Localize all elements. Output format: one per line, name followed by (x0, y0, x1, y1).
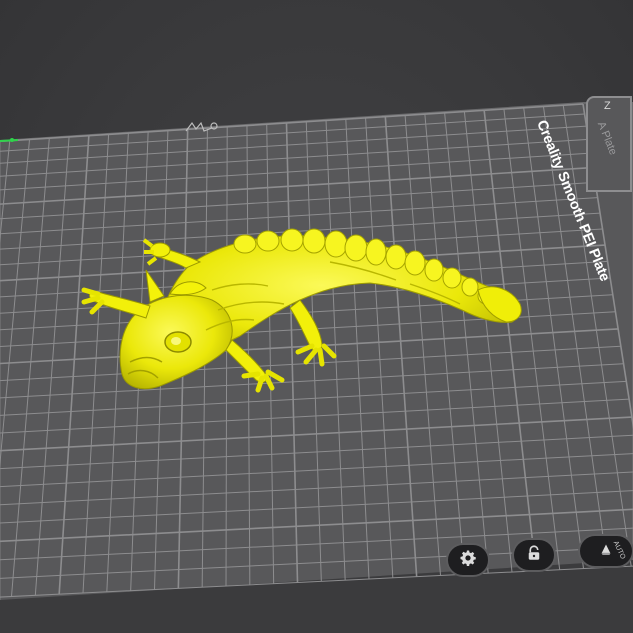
plate-corner-icon: Z (604, 100, 611, 112)
lock-icon (525, 544, 543, 567)
plate-lock-button[interactable] (512, 538, 556, 572)
plate-settings-button[interactable] (446, 543, 490, 577)
gear-icon (459, 549, 477, 572)
3d-viewport[interactable]: A Plate Z Creality Smooth PEI Plate AUTO (0, 0, 633, 633)
auto-orient-button[interactable] (578, 534, 633, 568)
